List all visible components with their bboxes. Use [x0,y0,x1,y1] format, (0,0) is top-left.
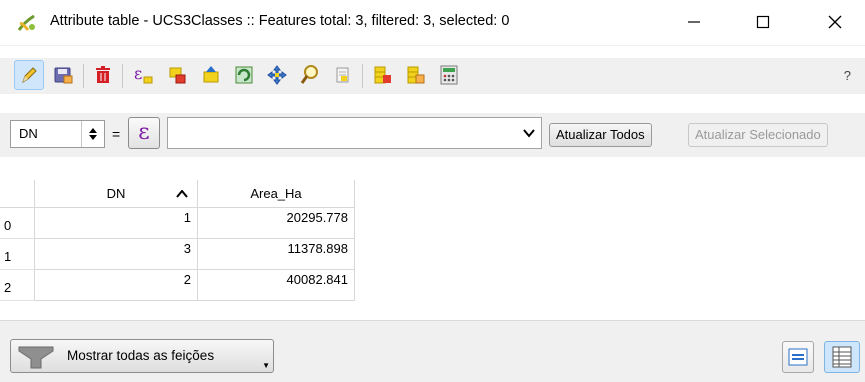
row-header[interactable]: 1 [0,239,35,270]
expression-value-combo[interactable] [167,117,542,149]
help-button[interactable]: ? [844,68,851,83]
invert-selection-button[interactable] [229,60,259,90]
update-all-button[interactable]: Atualizar Todos [549,123,652,147]
move-selection-top-button[interactable] [196,60,226,90]
maximize-button[interactable] [740,6,786,38]
table-cell-area-ha[interactable]: 11378.898 [198,239,355,270]
delete-column-icon [374,66,391,84]
show-all-label: Mostrar todas as feições [67,348,215,363]
attribute-table: DN Area_Ha 0 1 20295.778 1 3 11378.898 2… [0,170,865,320]
new-field-button[interactable] [401,60,431,90]
pencil-icon [22,67,37,84]
delete-features-button[interactable] [88,60,118,90]
update-selected-button[interactable]: Atualizar Selecionado [688,123,828,147]
minimize-button[interactable] [671,6,717,38]
field-calculator-button[interactable] [434,60,464,90]
deselect-icon [169,67,186,84]
calculator-icon [440,65,458,85]
expression-icon: ε [138,120,150,145]
dropdown-arrow-icon: ▼ [262,361,270,370]
table-cell-dn[interactable]: 2 [35,270,198,301]
field-select[interactable]: DN [10,120,105,148]
spin-arrows-icon [81,121,104,147]
expression-builder-button[interactable]: ε [128,117,160,149]
copy-rows-button[interactable] [328,60,358,90]
corner-header[interactable] [0,180,35,208]
delete-field-button[interactable] [368,60,398,90]
save-icon [54,67,73,84]
table-view-button[interactable] [824,341,860,373]
table-cell-area-ha[interactable]: 20295.778 [198,208,355,239]
column-header-area-ha[interactable]: Area_Ha [198,180,355,208]
move-to-top-icon [203,66,219,83]
table-view-icon [832,346,852,368]
expression-select-icon: ε [134,64,153,84]
table-cell-dn[interactable]: 3 [35,239,198,270]
chevron-down-icon [523,129,535,138]
invert-selection-icon [235,66,253,84]
row-header[interactable]: 0 [0,208,35,239]
field-update-bar: DN = ε Atualizar Todos Atualizar Selecio… [0,113,865,157]
equals-label: = [112,126,121,142]
toggle-editing-button[interactable] [14,60,44,90]
deselect-all-button[interactable] [163,60,193,90]
close-button[interactable] [812,6,858,38]
table-cell-dn[interactable]: 1 [35,208,198,239]
pan-to-selected-button[interactable] [262,60,292,90]
window-title: Attribute table - UCS3Classes :: Feature… [50,13,510,29]
window-titlebar: Attribute table - UCS3Classes :: Feature… [0,0,865,46]
form-view-icon [788,348,808,366]
close-icon [828,15,842,29]
select-by-expression-button[interactable]: ε [128,60,158,90]
maximize-icon [756,15,770,29]
field-select-value: DN [19,126,38,141]
copy-icon [336,67,349,83]
svg-text:ε: ε [134,64,142,83]
form-view-button[interactable] [782,341,814,373]
table-cell-area-ha[interactable]: 40082.841 [198,270,355,301]
attribute-toolbar: ε ? [0,58,865,94]
zoom-to-selected-button[interactable] [295,60,325,90]
save-edits-button[interactable] [48,60,78,90]
zoom-icon [300,65,318,84]
column-header-dn[interactable]: DN [35,180,198,208]
minimize-icon [688,21,700,23]
trash-icon [96,66,110,83]
pan-icon [267,65,287,85]
row-header[interactable]: 2 [0,270,35,301]
show-all-features-button[interactable]: Mostrar todas as feições ▼ [10,339,274,373]
bottom-bar: Mostrar todas as feições ▼ [0,320,865,382]
qgis-app-icon [17,14,35,31]
sort-ascending-icon [176,190,188,198]
filter-icon [18,346,54,369]
new-column-icon [407,66,425,84]
